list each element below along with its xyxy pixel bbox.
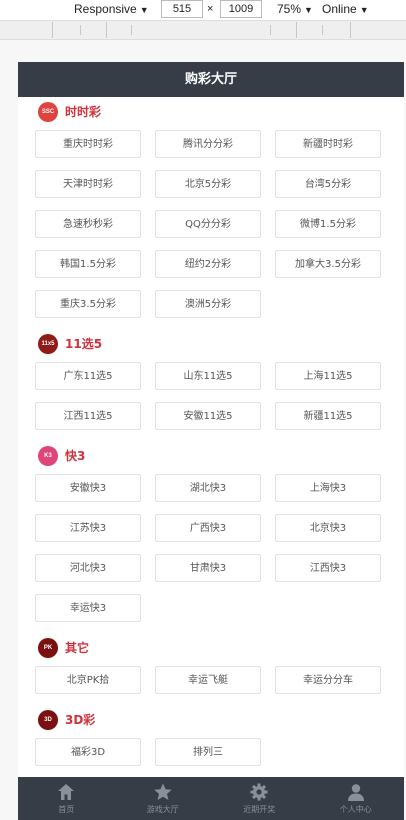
- home-icon: [56, 782, 76, 802]
- dimension-separator: ×: [207, 3, 214, 15]
- game-button[interactable]: 河北快3: [35, 554, 141, 582]
- lottery-hall: SSC 时时彩重庆时时彩 腾讯分分彩 新疆时时彩天津时时彩 北京5分彩 台湾5分彩急速秒秒…: [18, 97, 404, 777]
- tab-home[interactable]: 首页: [18, 777, 115, 820]
- game-button[interactable]: 腾讯分分彩: [155, 130, 261, 158]
- game-button[interactable]: 上海快3: [275, 474, 381, 502]
- game-button[interactable]: 天津时时彩: [35, 170, 141, 198]
- network-label: Online: [322, 2, 357, 16]
- game-button[interactable]: QQ分分彩: [155, 210, 261, 238]
- game-button[interactable]: 安徽11选5: [155, 402, 261, 430]
- section-logo-icon: PK: [38, 638, 58, 658]
- game-button[interactable]: 江西11选5: [35, 402, 141, 430]
- tab-user[interactable]: 个人中心: [308, 777, 405, 820]
- game-button[interactable]: 纽约2分彩: [155, 250, 261, 278]
- zoom-label: 75%: [277, 2, 302, 16]
- game-button[interactable]: 韩国1.5分彩: [35, 250, 141, 278]
- game-button[interactable]: 北京5分彩: [155, 170, 261, 198]
- game-button[interactable]: 北京快3: [275, 514, 381, 542]
- game-button[interactable]: 新疆时时彩: [275, 130, 381, 158]
- chevron-down-icon: ▼: [304, 5, 313, 15]
- network-select[interactable]: Online ▼: [322, 2, 369, 16]
- star-icon: [153, 782, 173, 802]
- chevron-down-icon: ▼: [139, 5, 149, 15]
- zoom-select[interactable]: 75% ▼: [277, 2, 313, 16]
- height-input[interactable]: 1009: [220, 0, 262, 18]
- game-button[interactable]: 安徽快3: [35, 474, 141, 502]
- game-button[interactable]: 福彩3D: [35, 738, 141, 766]
- devtools-toolbar: Responsive ▼ 515 × 1009 75% ▼ Online ▼: [0, 0, 406, 20]
- game-button[interactable]: 广西快3: [155, 514, 261, 542]
- game-button[interactable]: 上海11选5: [275, 362, 381, 390]
- page-title: 购彩大厅: [184, 72, 237, 87]
- media-query-ruler: [0, 20, 406, 40]
- game-button[interactable]: 台湾5分彩: [275, 170, 381, 198]
- game-button[interactable]: 江苏快3: [35, 514, 141, 542]
- section-logo-icon: 3D: [38, 710, 58, 730]
- tab-label: 首页: [58, 805, 75, 814]
- section-title: 11选5: [65, 337, 103, 351]
- bottom-tab-bar: 首页 游戏大厅 近期开奖 个人中心: [18, 777, 404, 820]
- game-button[interactable]: 幸运快3: [35, 594, 141, 622]
- game-button[interactable]: 幸运飞艇: [155, 666, 261, 694]
- game-button[interactable]: 山东11选5: [155, 362, 261, 390]
- game-button[interactable]: 加拿大3.5分彩: [275, 250, 381, 278]
- game-button[interactable]: 湖北快3: [155, 474, 261, 502]
- tab-star[interactable]: 游戏大厅: [115, 777, 212, 820]
- responsive-select[interactable]: Responsive ▼: [74, 2, 149, 16]
- page-header: 购彩大厅: [18, 62, 404, 97]
- game-button[interactable]: 澳洲5分彩: [155, 290, 261, 318]
- game-button[interactable]: 幸运分分车: [275, 666, 381, 694]
- game-button[interactable]: 江西快3: [275, 554, 381, 582]
- tab-label: 近期开奖: [243, 805, 276, 814]
- section-title: 3D彩: [65, 713, 96, 727]
- game-button[interactable]: 排列三: [155, 738, 261, 766]
- chevron-down-icon: ▼: [359, 5, 369, 15]
- tab-label: 游戏大厅: [146, 805, 179, 814]
- tab-gear[interactable]: 近期开奖: [211, 777, 308, 820]
- game-button[interactable]: 广东11选5: [35, 362, 141, 390]
- section-logo-icon: K3: [38, 446, 58, 466]
- section-logo-icon: 11x5: [38, 334, 58, 354]
- responsive-label: Responsive: [74, 2, 137, 16]
- user-icon: [346, 782, 366, 802]
- device-viewport: 购彩大厅 SSC 时时彩重庆时时彩 腾讯分分彩 新疆时时彩天津时时彩 北京5分彩 台湾5分…: [18, 62, 404, 820]
- section-title: 时时彩: [65, 105, 102, 119]
- game-button[interactable]: 微博1.5分彩: [275, 210, 381, 238]
- tab-label: 个人中心: [339, 805, 372, 814]
- width-input[interactable]: 515: [161, 0, 203, 18]
- section-title: 快3: [65, 449, 86, 463]
- game-button[interactable]: 重庆时时彩: [35, 130, 141, 158]
- game-button[interactable]: 北京PK拾: [35, 666, 141, 694]
- game-button[interactable]: 新疆11选5: [275, 402, 381, 430]
- gear-icon: [249, 782, 269, 802]
- section-title: 其它: [65, 641, 90, 655]
- game-button[interactable]: 甘肃快3: [155, 554, 261, 582]
- game-button[interactable]: 重庆3.5分彩: [35, 290, 141, 318]
- section-logo-icon: SSC: [38, 102, 58, 122]
- game-button[interactable]: 急速秒秒彩: [35, 210, 141, 238]
